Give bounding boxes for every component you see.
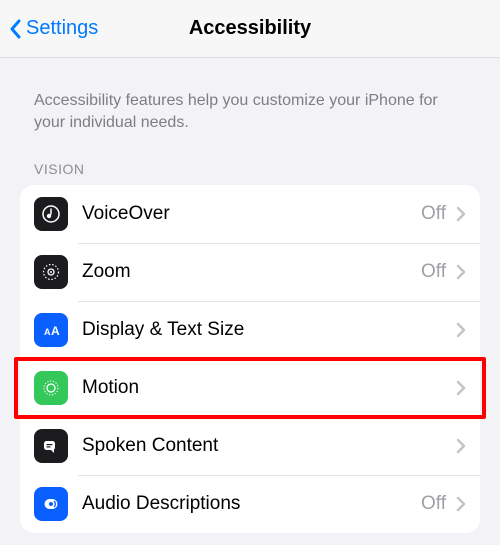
accessibility-description: Accessibility features help you customiz…: [0, 58, 500, 147]
chevron-right-icon: [456, 206, 466, 222]
row-label: Spoken Content: [82, 435, 446, 457]
nav-bar: Settings Accessibility: [0, 0, 500, 58]
settings-list: VoiceOver Off Zoom Off AA Display & Text…: [20, 185, 480, 533]
chevron-right-icon: [456, 380, 466, 396]
row-display-text-size[interactable]: AA Display & Text Size: [20, 301, 480, 359]
voiceover-icon: [34, 197, 68, 231]
svg-text:A: A: [44, 327, 51, 337]
row-label: Zoom: [82, 261, 421, 283]
svg-text:A: A: [51, 324, 60, 338]
row-motion[interactable]: Motion: [20, 359, 480, 417]
row-label: Display & Text Size: [82, 319, 446, 341]
audio-descriptions-icon: [34, 487, 68, 521]
row-voiceover[interactable]: VoiceOver Off: [20, 185, 480, 243]
text-size-icon: AA: [34, 313, 68, 347]
row-status: Off: [421, 493, 446, 515]
chevron-left-icon: [8, 17, 24, 41]
back-label: Settings: [26, 17, 98, 40]
row-label: Audio Descriptions: [82, 493, 421, 515]
chevron-right-icon: [456, 322, 466, 338]
back-button[interactable]: Settings: [8, 17, 98, 41]
motion-icon: [34, 371, 68, 405]
row-spoken-content[interactable]: Spoken Content: [20, 417, 480, 475]
chevron-right-icon: [456, 438, 466, 454]
row-status: Off: [421, 203, 446, 225]
row-label: Motion: [82, 377, 446, 399]
section-header-vision: VISION: [0, 147, 500, 185]
row-zoom[interactable]: Zoom Off: [20, 243, 480, 301]
spoken-content-icon: [34, 429, 68, 463]
chevron-right-icon: [456, 264, 466, 280]
row-status: Off: [421, 261, 446, 283]
row-audio-descriptions[interactable]: Audio Descriptions Off: [20, 475, 480, 533]
zoom-icon: [34, 255, 68, 289]
row-label: VoiceOver: [82, 203, 421, 225]
chevron-right-icon: [456, 496, 466, 512]
